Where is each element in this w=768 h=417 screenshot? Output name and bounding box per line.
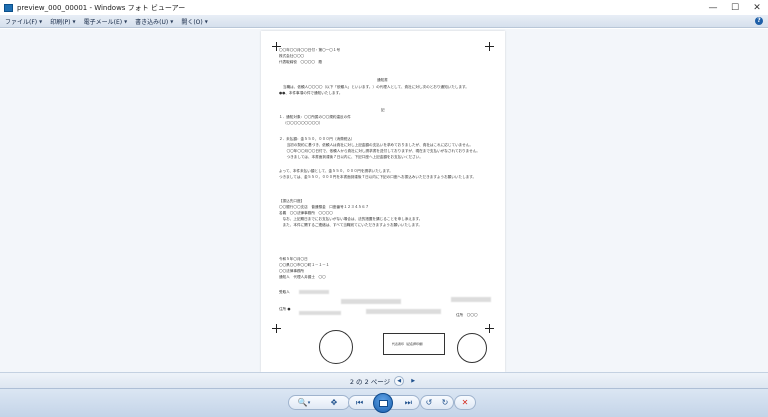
doc-line: 【振込先口座】 [279,199,305,203]
chevron-down-icon: ▼ [124,18,128,24]
crop-mark [272,324,281,333]
window-title: preview_000_00001 - Windows フォト ビューアー [17,3,186,12]
doc-heading: 通知書 [377,78,388,82]
delete-group: ✕ [454,395,476,410]
doc-line: 住所 ● [279,307,291,311]
previous-page-button[interactable]: ◀ [394,375,405,386]
redacted-area [341,299,401,304]
menu-email[interactable]: 電子メール(E) ▼ [84,17,128,26]
doc-line: 当職は、依頼人〇〇〇〇（以下「依頼人」といいます。）の代理人として、貴社に対し次… [283,85,469,89]
doc-line: 〇〇県〇〇市〇〇町１－１－１ [279,263,330,267]
rotate-group: ↺ ↻ [420,395,454,410]
magnifier-icon: 🔍 [297,398,308,407]
doc-line: よって、本件未払い額として、金５５０，０００円を請求いたします。 [279,169,393,173]
doc-line: 〇〇年〇〇月〇〇日付・第〇一〇１号 [279,48,341,52]
menu-burn[interactable]: 書き込み(U) ▼ [135,17,173,26]
doc-line: ２．未払額：金５５０，０００円（消費税込） [279,137,355,141]
doc-line: なお、上記期日までにお支払いがない場合は、法的措置を講じることを申し添えます。 [279,217,423,221]
zoom-group: 🔍 ▾ ✥ [288,395,350,410]
doc-line: 代表取締役 〇〇〇〇 殿 [279,60,323,64]
minimize-button[interactable]: — [702,0,724,15]
doc-line: 〇〇年〇〇月〇〇日付で、依頼人から貴社に対し請求書を送付しておりますが、現在まで… [283,149,480,153]
doc-line: ●●、本件事項の件で通知いたします。 [279,91,343,95]
chevron-down-icon: ▼ [170,18,174,24]
chevron-down-icon: ▼ [204,18,208,24]
window-controls: — ☐ ✕ [702,0,768,15]
image-viewer: 〇〇年〇〇月〇〇日付・第〇一〇１号 株式会社〇〇〇 代表取締役 〇〇〇〇 殿 通… [0,29,768,372]
chevron-down-icon: ▾ [307,399,311,406]
menu-print-label: 印刷(P) [50,18,71,26]
doc-line: 株式会社〇〇〇 [279,54,305,58]
redacted-area [299,290,329,294]
rotate-right-button[interactable]: ↻ [438,397,452,409]
fit-to-window-button[interactable]: ✥ [327,397,341,409]
close-button[interactable]: ✕ [746,0,768,15]
doc-line: つきましては、金５５０，０００円を本書面到達後７日以内に下記の口座へお振込みいた… [279,175,477,179]
slideshow-icon [378,399,388,407]
redacted-area [451,297,491,302]
stamp-box-label: 代表者印（記名押印欄） [392,342,426,346]
chevron-down-icon: ▼ [72,18,76,24]
zoom-button[interactable]: 🔍 ▾ [297,397,311,409]
next-page-button[interactable]: ▶ [408,376,418,386]
next-image-button[interactable]: ⏭ [401,397,415,409]
menu-burn-label: 書き込み(U) [135,18,169,26]
menu-file-label: ファイル(F) [5,18,38,26]
menu-email-label: 電子メール(E) [83,18,123,26]
menu-file[interactable]: ファイル(F) ▼ [5,17,42,26]
menu-print[interactable]: 印刷(P) ▼ [50,17,75,26]
delete-button[interactable]: ✕ [458,397,472,409]
menu-open[interactable]: 開く(O) ▼ [181,17,207,26]
doc-line: １．通知対象：〇〇所属の〇〇規約違反の件 [279,115,351,119]
doc-line: 〇〇銀行〇〇支店 普通預金 口座番号１２３４５６７ [279,205,369,209]
menu-open-label: 開く(O) [181,18,203,26]
crop-mark [485,324,494,333]
doc-line: 記 [381,108,385,112]
page-indicator: 2 の 2 ページ [349,377,391,386]
doc-line: 住所 〇〇〇 [456,313,478,317]
rotate-left-button[interactable]: ↺ [422,397,436,409]
doc-line: 名義 〇〇法律事務所 〇〇〇〇 [279,211,333,215]
doc-line: 受取人 [279,290,294,294]
menu-bar: ファイル(F) ▼ 印刷(P) ▼ 電子メール(E) ▼ 書き込み(U) ▼ 開く(O)… [0,15,768,28]
doc-line: また、本件に関するご連絡は、すべて当職宛てにいただきますようお願いいたします。 [279,223,422,227]
redacted-area [299,311,341,315]
doc-line: 〇〇法律事務所 [279,269,305,273]
chevron-down-icon: ▼ [39,18,43,24]
doc-line: 通知人 代理人弁護士 〇〇 [279,275,326,279]
document-page-image: 〇〇年〇〇月〇〇日付・第〇一〇１号 株式会社〇〇〇 代表取締役 〇〇〇〇 殿 通… [261,31,505,372]
doc-line: つきましては、本書面到達後７日以内に、下記口座へ上記金額をお支払いください。 [283,155,423,159]
previous-image-button[interactable]: ⏮ [353,397,367,409]
photo-viewer-app-icon [4,3,13,12]
seal-circle [319,330,353,364]
page-navigation-bar: 2 の 2 ページ ◀ ▶ [0,372,768,388]
title-bar: preview_000_00001 - Windows フォト ビューアー — … [0,0,768,15]
maximize-button[interactable]: ☐ [724,0,746,15]
stamp-box: 代表者印（記名押印欄） [383,333,445,355]
bottom-toolbar: 🔍 ▾ ✥ ⏮ ⏭ ↺ ↻ ✕ [0,388,768,417]
redacted-area [366,309,441,314]
doc-line: 令和５年〇月〇日 [279,257,308,261]
doc-line: （〇〇〇〇〇〇〇〇〇） [283,121,323,125]
doc-line: 当初の契約に基づき、依頼人は貴社に対し上記金額の支払いを求めておりましたが、貴社… [283,143,473,147]
slideshow-button[interactable] [373,393,393,413]
crop-mark [485,42,494,51]
seal-circle [457,333,487,363]
help-icon[interactable]: ? [755,17,763,25]
